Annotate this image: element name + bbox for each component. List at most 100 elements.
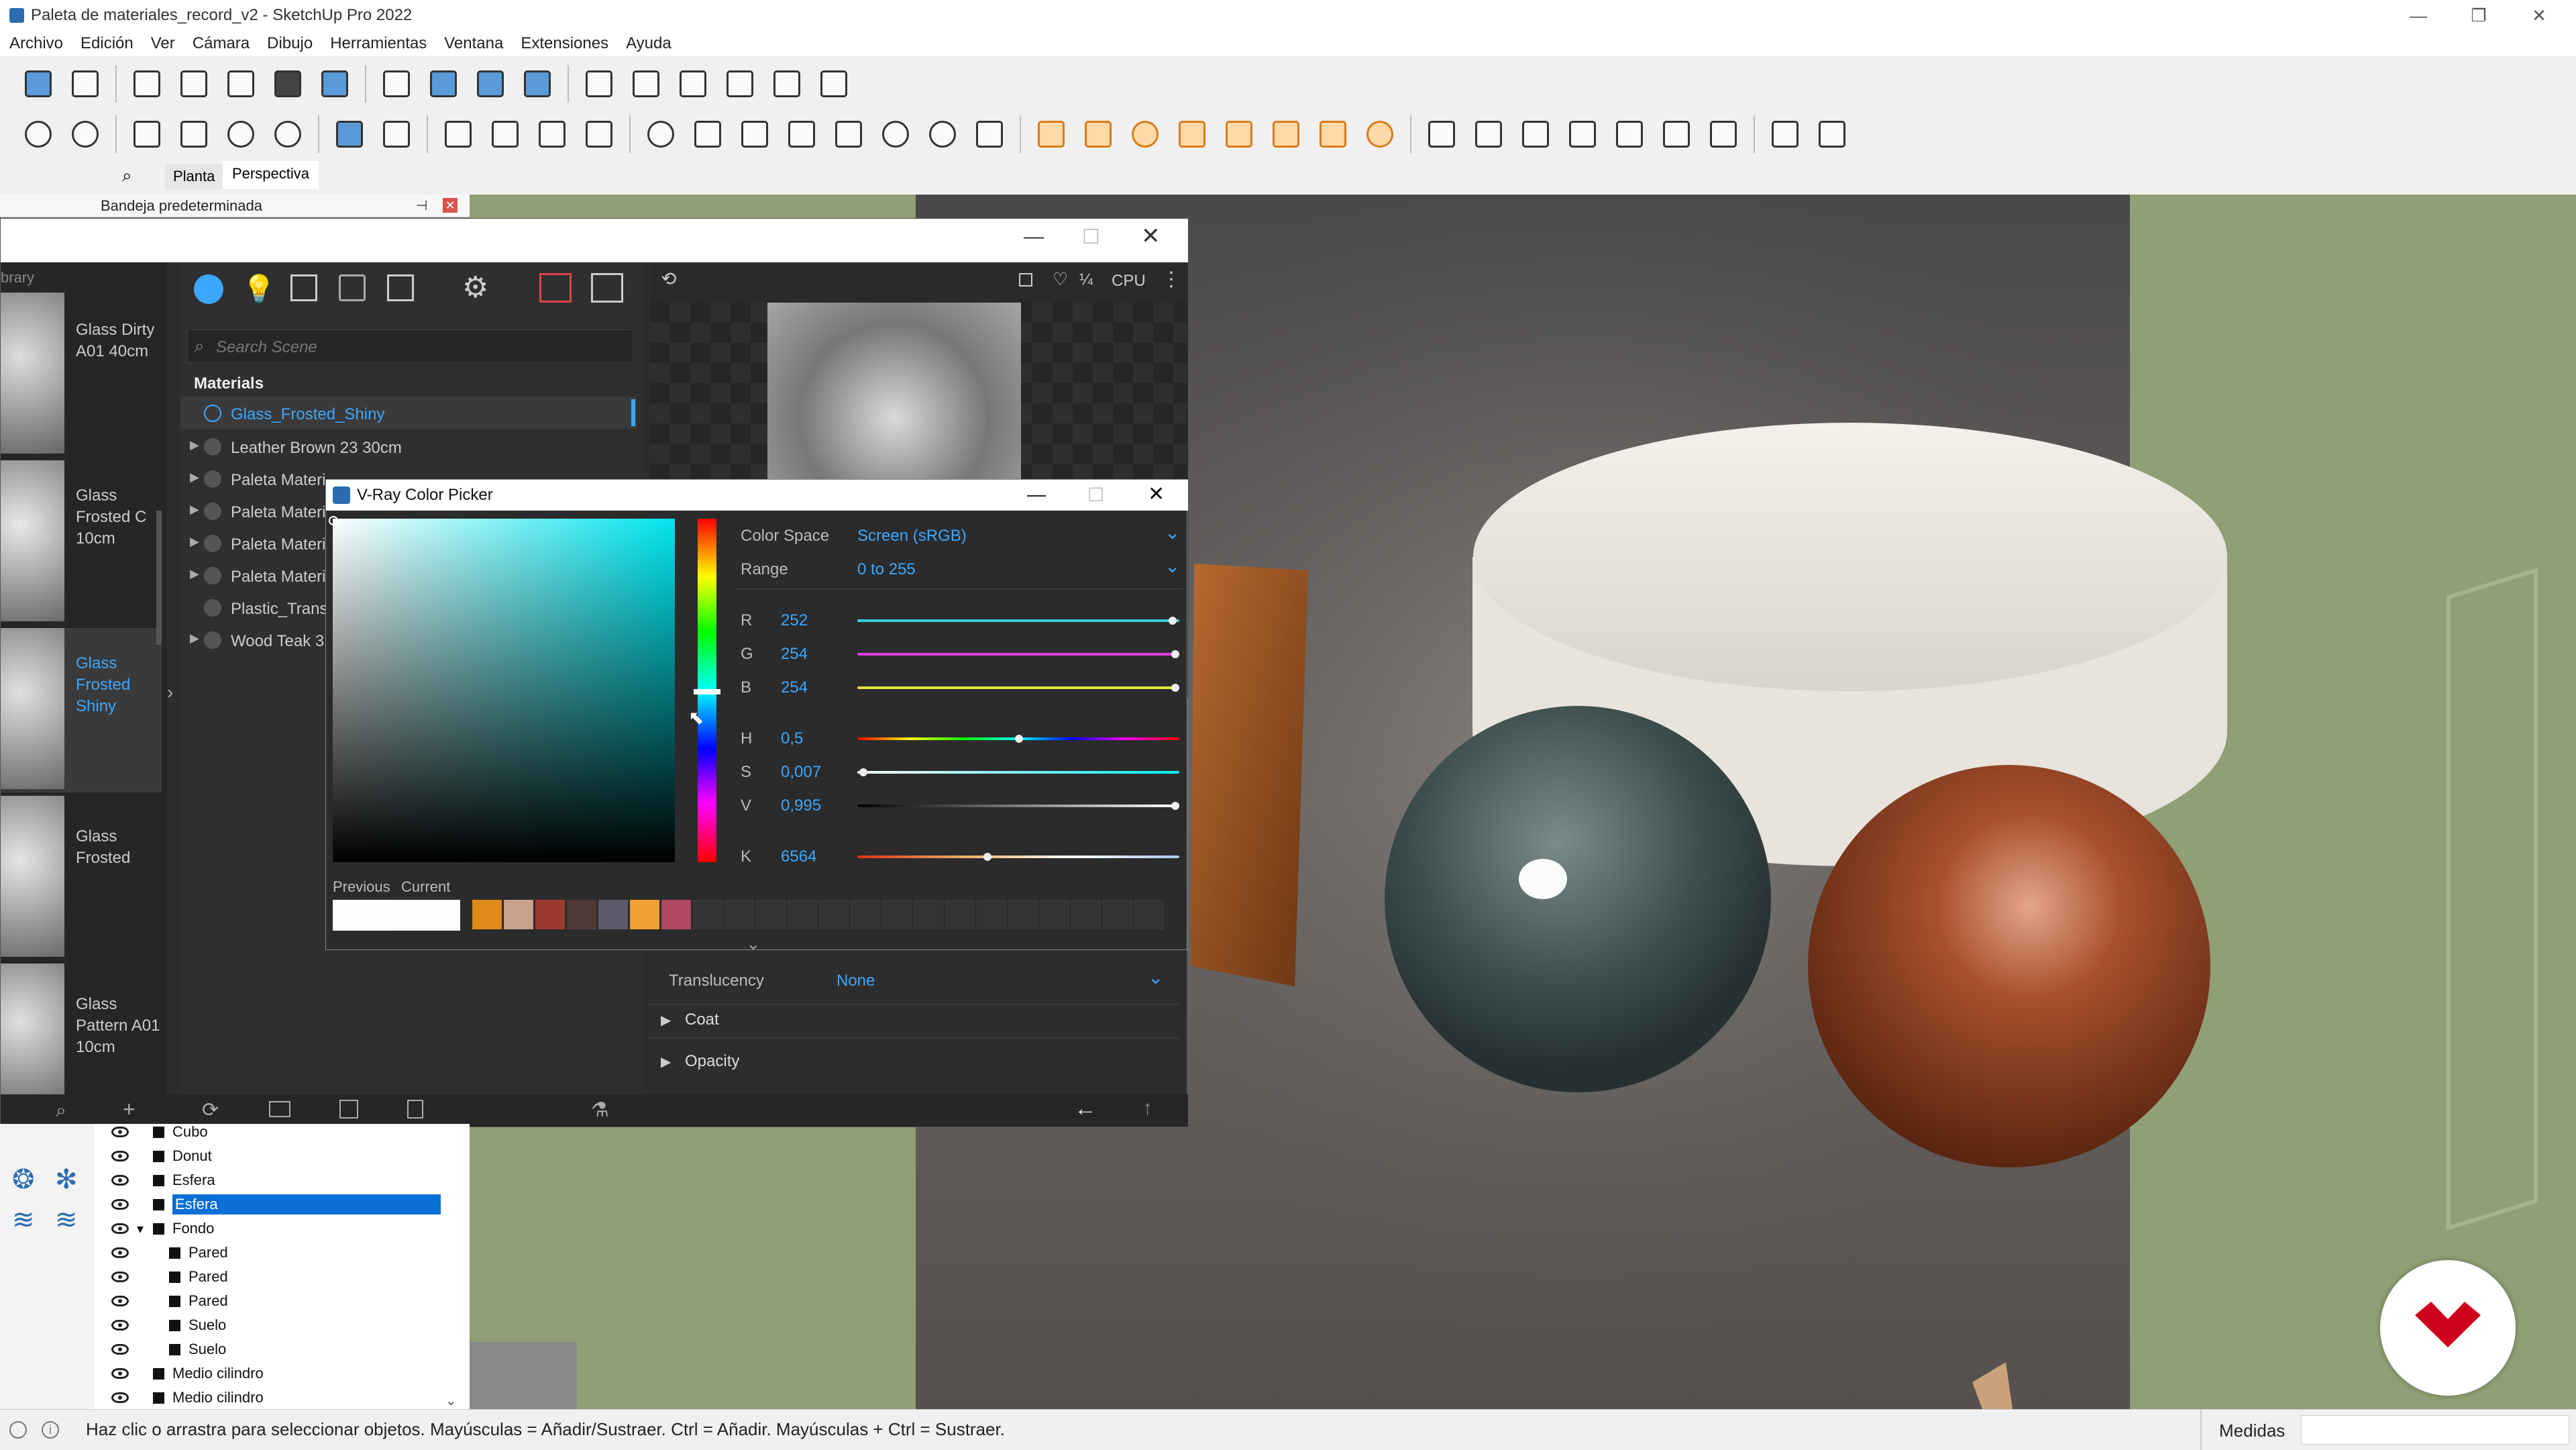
chevron-down-icon[interactable]: ⌄: [1148, 966, 1163, 988]
close-tray-icon[interactable]: ✕: [443, 198, 458, 213]
previous-color-swatch[interactable]: [333, 900, 396, 931]
history-swatch[interactable]: [788, 900, 817, 929]
translucency-dropdown[interactable]: None: [837, 972, 875, 990]
refresh-icon[interactable]: ⟳: [202, 1098, 219, 1122]
batch-render-icon[interactable]: [533, 115, 571, 153]
upload-icon[interactable]: ↑: [1142, 1097, 1152, 1120]
menu-ventana[interactable]: Ventana: [435, 34, 511, 53]
history-swatch[interactable]: [819, 900, 849, 929]
outliner-row[interactable]: Suelo: [94, 1313, 443, 1337]
outliner-row[interactable]: Medio cilindro: [94, 1386, 443, 1410]
expand-arrow-icon[interactable]: ▶: [190, 438, 199, 452]
history-swatch[interactable]: [977, 900, 1006, 929]
fur-icon[interactable]: [1564, 115, 1601, 153]
lighting-analysis-icon[interactable]: [378, 115, 415, 153]
menu-archivo[interactable]: Archivo: [0, 34, 71, 53]
material-thumbnail[interactable]: [1, 796, 64, 957]
orbit-axes-icon[interactable]: [378, 65, 415, 103]
slider-knob[interactable]: [1015, 735, 1023, 743]
back-arrow-icon[interactable]: ←: [1074, 1096, 1097, 1122]
history-swatch[interactable]: [1134, 900, 1164, 929]
xray-style-icon[interactable]: [128, 65, 166, 103]
visibility-eye-icon[interactable]: [111, 1344, 129, 1355]
material-thumbnail[interactable]: [1, 964, 64, 1108]
close-button[interactable]: ✕: [1148, 482, 1165, 506]
history-swatch[interactable]: [724, 900, 754, 929]
range-dropdown[interactable]: 0 to 255: [857, 560, 916, 579]
frame-buffer-icon[interactable]: [331, 115, 368, 153]
slider-knob[interactable]: [1171, 650, 1180, 658]
history-swatch[interactable]: [661, 900, 691, 929]
more-options-icon[interactable]: ⋮: [1161, 268, 1181, 291]
vray-render-icon[interactable]: [66, 115, 104, 153]
lock-camera-icon[interactable]: [580, 115, 618, 153]
house-icon[interactable]: [674, 65, 712, 103]
hidden-line-style-icon[interactable]: [222, 65, 260, 103]
slider-knob[interactable]: [859, 768, 868, 776]
minimize-button[interactable]: —: [1027, 484, 1046, 505]
sv-picker-handle[interactable]: [329, 516, 338, 525]
history-swatch[interactable]: [504, 900, 533, 929]
section-display-icon[interactable]: [472, 65, 509, 103]
history-swatch[interactable]: [472, 900, 502, 929]
visibility-eye-icon[interactable]: [111, 1151, 129, 1161]
material-row[interactable]: ▶ Leather Brown 23 30cm: [180, 430, 637, 462]
expand-arrow-icon[interactable]: ▾: [137, 1221, 144, 1237]
menu-extensiones[interactable]: Extensiones: [511, 34, 616, 53]
material-thumbnail[interactable]: [1, 460, 64, 621]
minimize-button[interactable]: —: [2388, 0, 2449, 31]
sphere-fade-icon[interactable]: [877, 115, 914, 153]
collapse-chevron-icon[interactable]: ⌄: [746, 933, 761, 954]
import-proxy-icon[interactable]: [1517, 115, 1554, 153]
search-scenes-icon[interactable]: ⌕: [122, 165, 132, 187]
library-item[interactable]: Glass Pattern A01 10cm: [76, 994, 163, 1058]
material-picker-icon[interactable]: [689, 115, 727, 153]
info-icon[interactable]: i: [42, 1420, 59, 1439]
slider-knob[interactable]: [983, 853, 991, 861]
clipper-icon[interactable]: [924, 115, 961, 153]
outliner-row[interactable]: Pared: [94, 1289, 443, 1313]
library-item[interactable]: Glass Dirty A01 40cm: [76, 319, 163, 362]
visibility-eye-icon[interactable]: [111, 1199, 129, 1210]
green-slider[interactable]: [857, 653, 1179, 656]
visibility-eye-icon[interactable]: [111, 1247, 129, 1258]
history-swatch[interactable]: [598, 900, 628, 929]
expand-arrow-icon[interactable]: ▶: [190, 535, 199, 549]
hue-slider-handle[interactable]: [694, 689, 720, 694]
geometry-tab-icon[interactable]: [290, 274, 317, 301]
close-button[interactable]: ✕: [1141, 223, 1161, 250]
coat-section[interactable]: Coat: [685, 1011, 719, 1029]
outliner-row[interactable]: ▾ Fondo: [94, 1216, 443, 1241]
red-slider[interactable]: [857, 619, 1179, 622]
wireframe-style-icon[interactable]: [175, 65, 213, 103]
vray-clipper-icon[interactable]: ≋: [55, 1204, 78, 1235]
history-swatch[interactable]: [1071, 900, 1101, 929]
geo-location-icon[interactable]: [9, 1420, 27, 1439]
expand-arrow-icon[interactable]: ▶: [190, 631, 199, 645]
extension-warehouse-icon[interactable]: [815, 65, 853, 103]
render-tab-icon[interactable]: [539, 273, 572, 303]
library-item-selected[interactable]: Glass Frosted Shiny: [76, 653, 150, 717]
materials-tab-icon[interactable]: [194, 274, 223, 304]
preview-scene-icon[interactable]: ♡: [1053, 269, 1068, 290]
visibility-eye-icon[interactable]: [111, 1392, 129, 1403]
menu-herramientas[interactable]: Herramientas: [321, 34, 435, 53]
vray-scatter-icon[interactable]: ✻: [55, 1164, 78, 1195]
rect-light-icon[interactable]: [1032, 115, 1070, 153]
viewport-render-icon[interactable]: [439, 115, 477, 153]
history-swatch[interactable]: [630, 900, 659, 929]
outliner-row[interactable]: Cubo: [94, 1120, 443, 1144]
shaded-style-icon[interactable]: [269, 65, 307, 103]
preview-shape-icon[interactable]: [1019, 273, 1032, 287]
pin-icon[interactable]: ⊣: [416, 197, 427, 214]
textured-style-icon[interactable]: [316, 65, 354, 103]
section-plane-icon[interactable]: [425, 65, 462, 103]
settings-tab-icon[interactable]: ⚙: [462, 270, 488, 305]
visibility-eye-icon[interactable]: [111, 1223, 129, 1234]
viewport-region-icon[interactable]: [486, 115, 524, 153]
scene-interaction-icon[interactable]: [971, 115, 1008, 153]
wipe-icon[interactable]: [736, 115, 773, 153]
expand-arrow-icon[interactable]: ▶: [661, 1012, 671, 1029]
menu-camara[interactable]: Cámara: [183, 34, 258, 53]
add-asset-icon[interactable]: +: [123, 1097, 136, 1122]
